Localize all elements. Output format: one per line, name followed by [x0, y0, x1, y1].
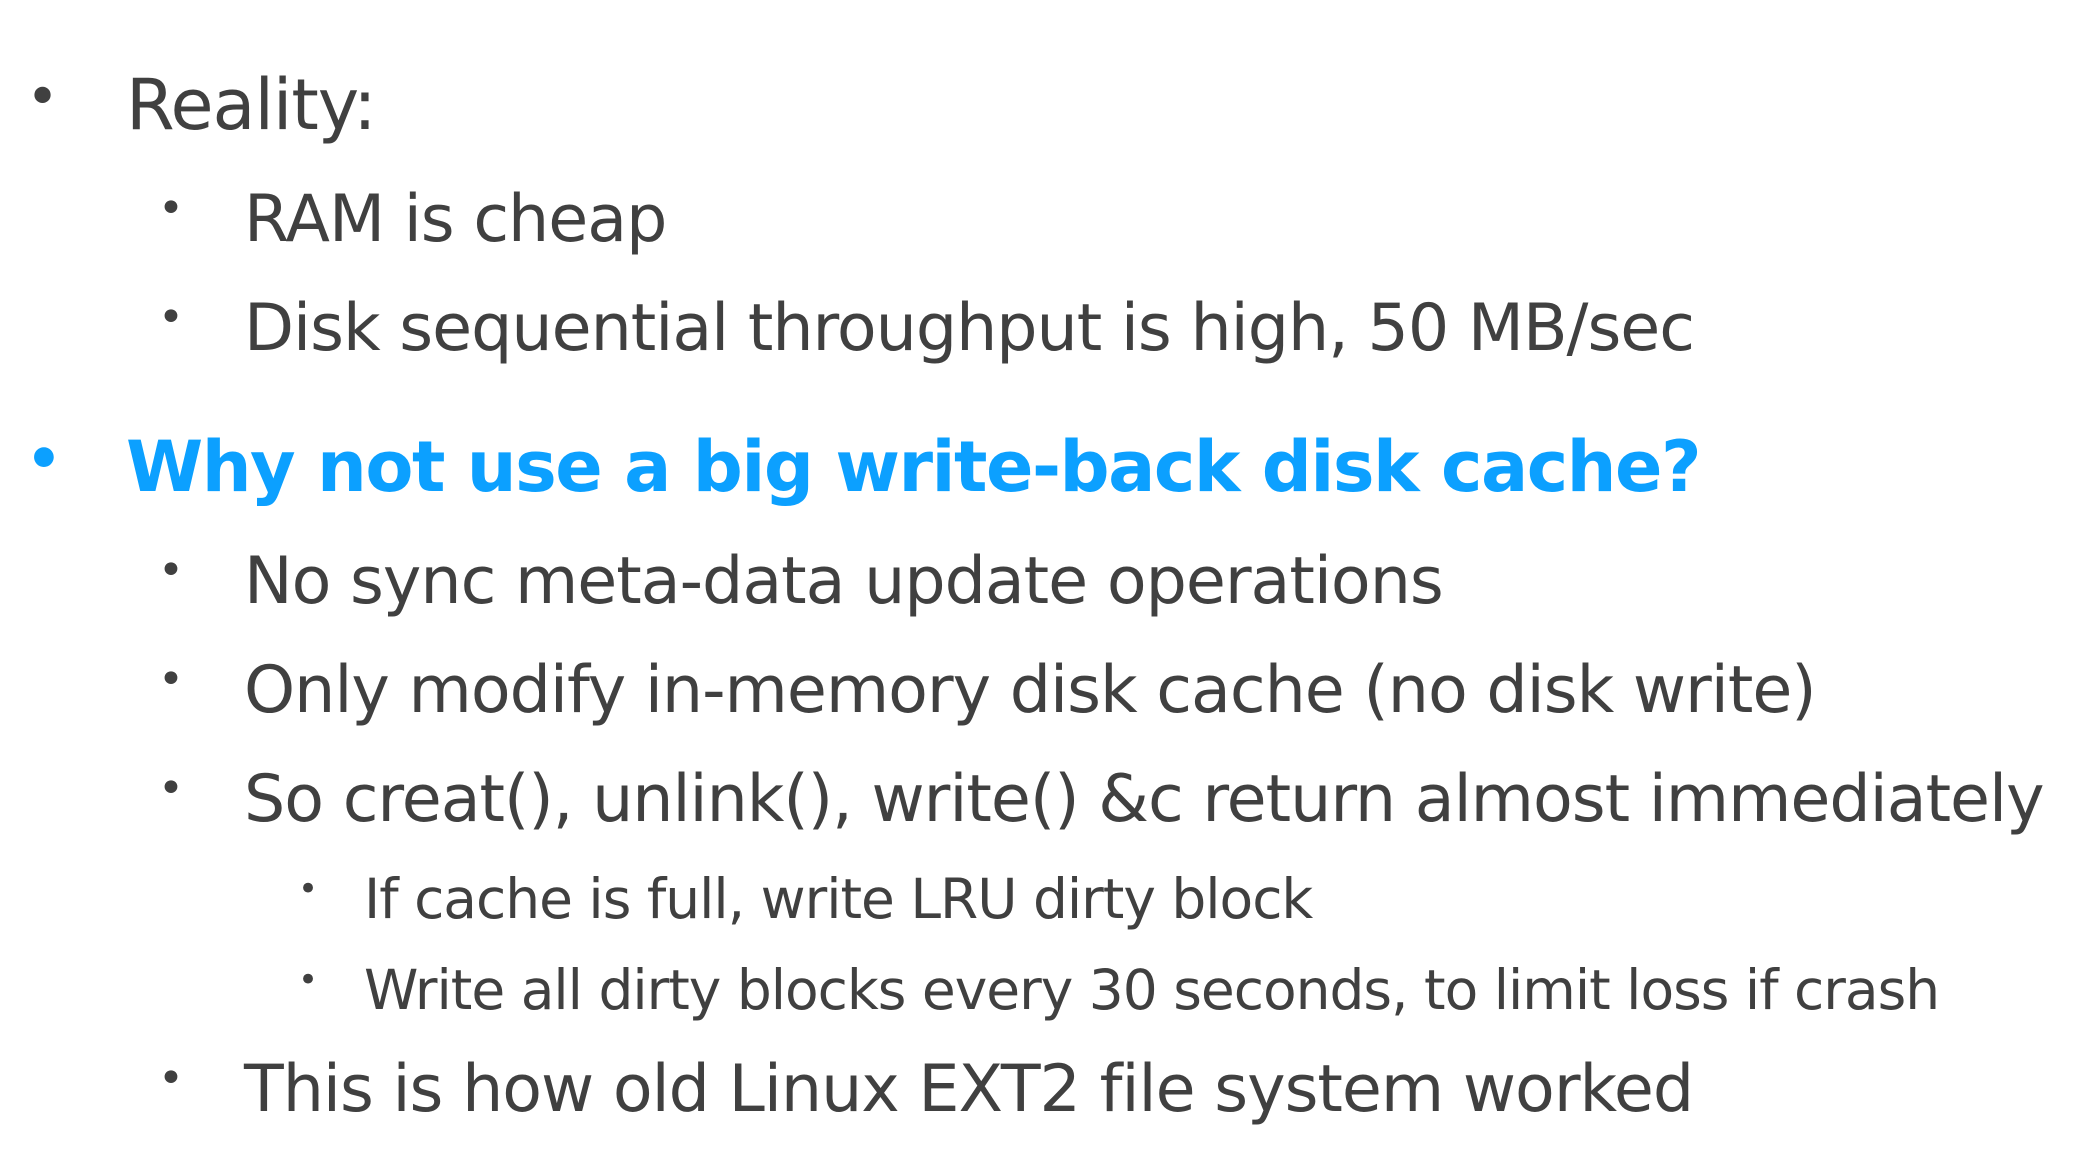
slide: • Reality: • RAM is cheap • Disk sequent… — [0, 0, 2090, 1160]
bullet-text: RAM is cheap — [244, 182, 667, 257]
bullet-text: Only modify in-memory disk cache (no dis… — [244, 653, 1817, 728]
bullet-text: If cache is full, write LRU dirty block — [364, 867, 1313, 931]
bullet-text: No sync meta-data update operations — [244, 544, 1444, 619]
bullet-dot: • — [158, 1053, 184, 1104]
bullet-text: Disk sequential throughput is high, 50 M… — [244, 291, 1695, 366]
bullet-text: So creat(), unlink(), write() &c return … — [244, 762, 2045, 837]
bullet-dot: • — [298, 960, 319, 1000]
bullet-text: This is how old Linux EXT2 file system w… — [244, 1052, 1694, 1127]
bullet-text: Why not use a big write-back disk cache? — [126, 426, 1702, 508]
bullet-dot: • — [158, 292, 184, 343]
bullet-text: Reality: — [126, 64, 377, 146]
bullet-dot: • — [26, 427, 62, 492]
bullet-dot: • — [298, 869, 319, 909]
bullet-dot: • — [158, 183, 184, 234]
bullet-dot: • — [158, 763, 184, 814]
bullet-dot: • — [158, 654, 184, 705]
bullet-text: Write all dirty blocks every 30 seconds,… — [364, 958, 1940, 1022]
bullet-dot: • — [26, 65, 60, 130]
bullet-dot: • — [158, 545, 184, 596]
